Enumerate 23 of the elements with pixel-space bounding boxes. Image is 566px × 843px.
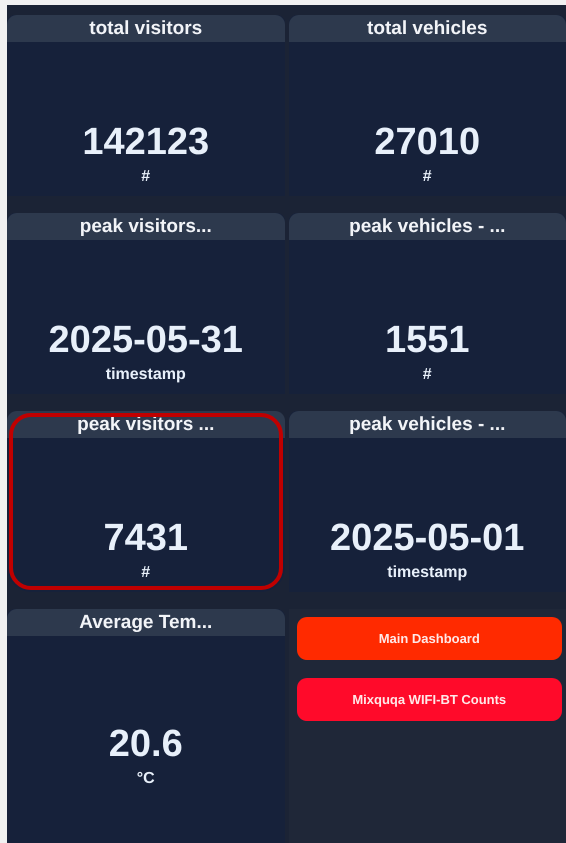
card-title: peak vehicles - ... [288, 213, 566, 240]
card-title: total visitors [7, 15, 284, 42]
card-title: total vehicles [288, 15, 566, 42]
nav-button[interactable]: Main Dashboard [296, 617, 562, 660]
stat-unit: # [141, 168, 150, 186]
stat-value: 7431 [103, 516, 188, 560]
stat-unit: timestamp [387, 564, 468, 582]
stat-value: 142123 [82, 120, 210, 164]
stat-value: 27010 [374, 120, 480, 164]
stat-value: 2025-05-01 [330, 516, 524, 560]
stat-value: 1551 [384, 318, 470, 362]
stat-unit: timestamp [106, 366, 186, 384]
stat-value: 2025-05-31 [48, 318, 243, 362]
card-title: peak vehicles - ... [288, 411, 566, 438]
stat-unit: # [422, 366, 432, 384]
card-title: Average Tem... [7, 609, 284, 636]
stat-unit: °C [136, 770, 155, 788]
nav-button[interactable]: Mixquqa WIFI-BT Counts [296, 678, 562, 721]
stat-unit: # [422, 168, 432, 186]
card-title: peak visitors... [7, 213, 284, 240]
stat-value: 20.6 [108, 722, 183, 766]
card-title: peak visitors ... [7, 411, 284, 438]
stat-unit: # [141, 564, 150, 582]
